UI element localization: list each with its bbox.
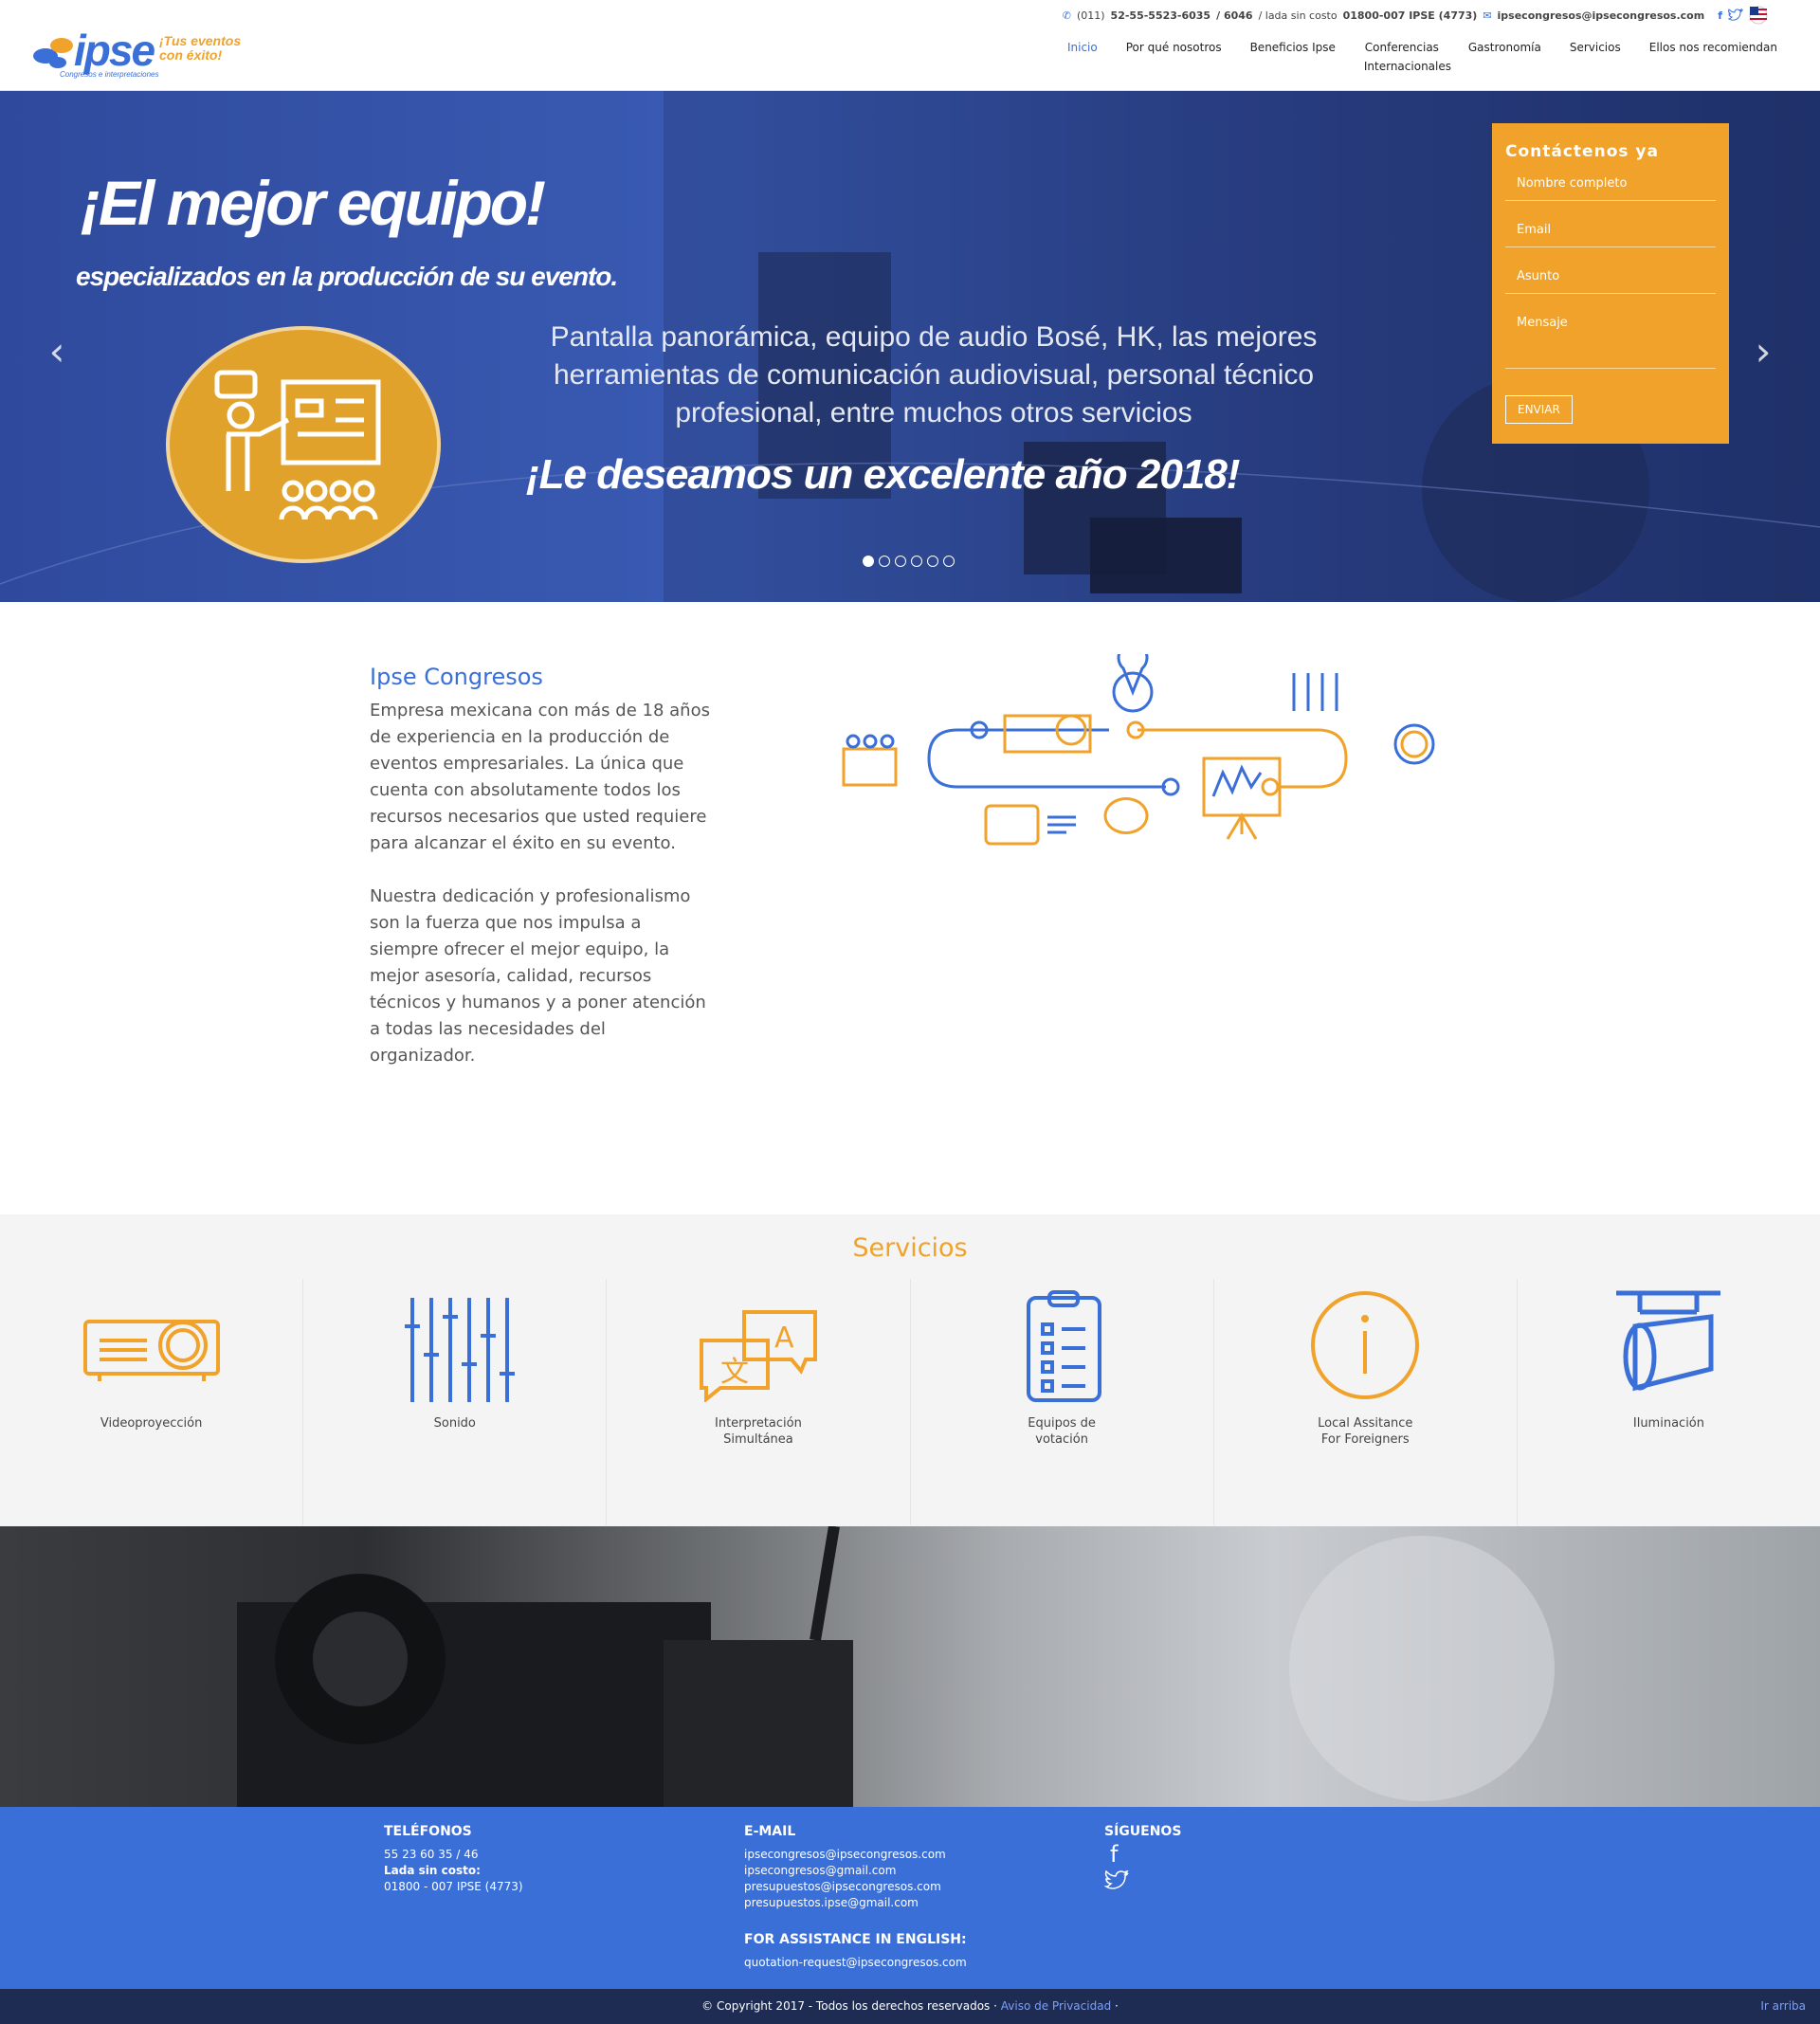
- facebook-icon[interactable]: f: [1718, 9, 1722, 22]
- footer-email[interactable]: presupuestos@ipsecongresos.com: [744, 1879, 967, 1895]
- slider-dot[interactable]: [895, 556, 906, 567]
- slider-prev-arrow[interactable]: ‹: [43, 328, 71, 375]
- nav-beneficios[interactable]: Beneficios Ipse: [1236, 38, 1350, 76]
- camera-banner-image: [0, 1525, 1820, 1807]
- footer-emails: E-MAIL ipsecongresos@ipsecongresos.com i…: [744, 1824, 967, 1971]
- hero-subtitle: especializados en la producción de su ev…: [76, 262, 618, 291]
- message-field[interactable]: Mensaje: [1505, 306, 1716, 369]
- slider-dots: [863, 556, 955, 567]
- facebook-icon[interactable]: f: [1110, 1843, 1181, 1866]
- toll-number[interactable]: 01800-007 IPSE (4773): [1343, 9, 1478, 22]
- main-nav: Inicio Por qué nosotros Beneficios Ipse …: [1053, 38, 1792, 76]
- logo-tagline: ¡Tus eventos con éxito!: [159, 33, 242, 63]
- header-email[interactable]: ipsecongresos@ipsecongresos.com: [1498, 9, 1705, 22]
- footer-toll[interactable]: 01800 - 007 IPSE (4773): [384, 1879, 523, 1895]
- footer-social: SÍGUENOS f: [1103, 1824, 1182, 1896]
- slider-dot[interactable]: [863, 556, 874, 567]
- service-interpretacion[interactable]: A 文 Interpretación Simultánea: [607, 1279, 911, 1525]
- phone-icon: ✆: [1062, 9, 1071, 22]
- hero-greeting: ¡Le deseamos un excelente año 2018!: [526, 451, 1240, 498]
- camera-photo: [237, 1525, 1555, 1807]
- contact-form-title: Contáctenos ya: [1505, 142, 1659, 161]
- footer-follow-title: SÍGUENOS: [1104, 1824, 1182, 1839]
- footer-email-title: E-MAIL: [744, 1824, 796, 1839]
- name-field[interactable]: Nombre completo: [1505, 167, 1716, 201]
- svg-text:A: A: [774, 1322, 794, 1355]
- mixer-icon: [404, 1298, 515, 1402]
- presenter-icon: [214, 370, 381, 520]
- about-paragraph-1: Empresa mexicana con más de 18 años de e…: [370, 701, 710, 853]
- about-title: Ipse Congresos: [370, 664, 543, 690]
- slider-next-arrow[interactable]: ›: [1749, 328, 1777, 375]
- nav-conferencias[interactable]: Conferencias Internacionales: [1350, 38, 1454, 76]
- service-sonido[interactable]: Sonido: [303, 1279, 608, 1525]
- nav-servicios[interactable]: Servicios: [1556, 38, 1635, 76]
- twitter-icon[interactable]: [1728, 9, 1743, 22]
- phone-prefix: (011): [1076, 9, 1105, 22]
- logo-word: ipse: [74, 26, 155, 75]
- projector-icon: [82, 1320, 220, 1381]
- site-header: ipse ¡Tus eventos con éxito! Congresos e…: [0, 0, 1820, 91]
- nav-recomiendan[interactable]: Ellos nos recomiendan: [1635, 38, 1792, 76]
- slider-dot[interactable]: [927, 556, 938, 567]
- about-paragraph-2: Nuestra dedicación y profesionalismo son…: [370, 886, 706, 1066]
- service-label: Local Assitance For Foreigners: [1318, 1416, 1413, 1447]
- presenter-badge: [166, 326, 441, 563]
- slider-dot[interactable]: [879, 556, 890, 567]
- spotlight-icon: [1616, 1290, 1721, 1392]
- service-label: Videoproyección: [100, 1416, 203, 1431]
- about-section: Ipse Congresos Empresa mexicana con más …: [370, 664, 711, 1096]
- service-label: Iluminación: [1632, 1416, 1704, 1431]
- site-footer: TELÉFONOS 55 23 60 35 / 46 Lada sin cost…: [0, 1807, 1820, 1989]
- privacy-link[interactable]: Aviso de Privacidad: [1001, 1999, 1111, 2013]
- footer-english-email[interactable]: quotation-request@ipsecongresos.com: [744, 1955, 967, 1971]
- slider-dot[interactable]: [943, 556, 955, 567]
- info-icon: [1311, 1291, 1420, 1399]
- translation-icon: A 文: [699, 1310, 817, 1404]
- services-title: Servicios: [852, 1233, 968, 1263]
- event-flow-illustration: [842, 654, 1435, 846]
- service-label: Sonido: [433, 1416, 476, 1431]
- email-field[interactable]: Email: [1505, 213, 1716, 247]
- subject-field[interactable]: Asunto: [1505, 260, 1716, 294]
- service-iluminacion[interactable]: Iluminación: [1518, 1279, 1820, 1525]
- service-videoproyeccion[interactable]: Videoproyección: [0, 1279, 304, 1525]
- footer-phone[interactable]: 55 23 60 35 / 46: [384, 1847, 523, 1863]
- twitter-icon[interactable]: [1103, 1869, 1129, 1891]
- back-to-top-link[interactable]: Ir arriba: [1760, 1989, 1806, 2024]
- logo[interactable]: ipse ¡Tus eventos con éxito! Congresos e…: [31, 23, 241, 85]
- footer-toll-label: Lada sin costo:: [384, 1864, 481, 1877]
- services-section: Servicios Videoproyección Sonido A 文 Int…: [0, 1214, 1820, 1526]
- toll-label: / lada sin costo: [1258, 9, 1338, 22]
- copyright-text: © Copyright 2017 - Todos los derechos re…: [701, 1999, 997, 2013]
- contact-line: ✆ (011) 52-55-5523-6035 / 6046 / lada si…: [1063, 6, 1768, 25]
- footer-email[interactable]: ipsecongresos@ipsecongresos.com: [744, 1847, 967, 1863]
- phone-number[interactable]: 52-55-5523-6035: [1111, 9, 1211, 22]
- footer-email[interactable]: presupuestos.ipse@gmail.com: [744, 1895, 967, 1911]
- logo-mark-icon: [33, 38, 73, 68]
- submit-button[interactable]: ENVIAR: [1505, 395, 1573, 424]
- nav-inicio[interactable]: Inicio: [1053, 38, 1112, 76]
- slider-dot[interactable]: [911, 556, 922, 567]
- nav-por-que-nosotros[interactable]: Por qué nosotros: [1112, 38, 1236, 76]
- footer-phones: TELÉFONOS 55 23 60 35 / 46 Lada sin cost…: [384, 1824, 523, 1895]
- service-votacion[interactable]: Equipos de votación: [911, 1279, 1214, 1525]
- clipboard-icon: [1027, 1290, 1102, 1402]
- phone-ext: / 6046: [1216, 9, 1253, 22]
- english-flag-icon[interactable]: [1749, 6, 1768, 25]
- hero-body: Pantalla panorámica, equipo de audio Bos…: [550, 321, 1318, 429]
- service-label: Interpretación Simultánea: [715, 1416, 802, 1447]
- logo-subtitle: Congresos e interpretaciones: [60, 70, 159, 79]
- hero-title: ¡El mejor equipo!: [81, 168, 546, 238]
- service-local-assistance[interactable]: Local Assitance For Foreigners: [1214, 1279, 1518, 1525]
- contact-form: Contáctenos ya Nombre completo Email Asu…: [1492, 123, 1729, 444]
- copyright-bar: © Copyright 2017 - Todos los derechos re…: [0, 1989, 1820, 2024]
- footer-email[interactable]: ipsecongresos@gmail.com: [744, 1863, 967, 1879]
- svg-text:文: 文: [720, 1356, 749, 1389]
- footer-english-title: FOR ASSISTANCE IN ENGLISH:: [744, 1932, 967, 1947]
- footer-phones-title: TELÉFONOS: [384, 1824, 472, 1839]
- mail-icon: ✉: [1483, 9, 1492, 22]
- service-label: Equipos de votación: [1028, 1416, 1096, 1447]
- nav-gastronomia[interactable]: Gastronomía: [1454, 38, 1556, 76]
